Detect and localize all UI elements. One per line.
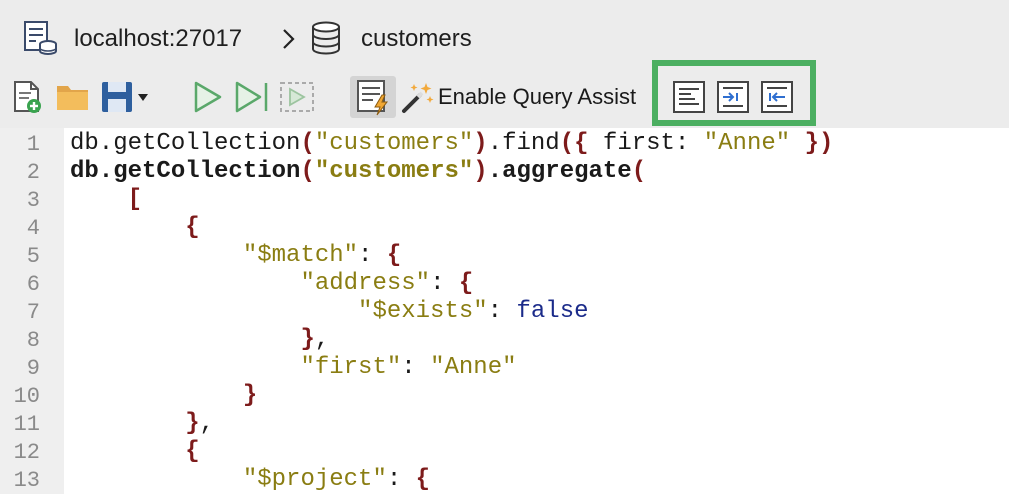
save-button[interactable] (100, 76, 152, 118)
format-button[interactable] (670, 76, 708, 118)
run-current-button[interactable] (232, 76, 272, 118)
enable-query-assist-label[interactable]: Enable Query Assist (438, 82, 636, 112)
code-line[interactable]: } (70, 382, 257, 409)
line-number: 2 (26, 160, 40, 185)
format-document-icon (673, 81, 705, 113)
chevron-right-icon (283, 29, 295, 49)
line-number: 7 (26, 300, 40, 325)
query-editor[interactable]: 1 db.getCollection("customers").find({ fi… (0, 128, 1009, 494)
run-icon (194, 81, 222, 113)
run-current-line-icon (235, 81, 268, 113)
new-file-icon (14, 81, 41, 113)
code-line[interactable]: }, (70, 410, 214, 437)
code-line[interactable]: { (70, 438, 199, 465)
code-line[interactable]: "$exists": false (70, 298, 588, 325)
line-number: 3 (26, 188, 40, 213)
line-number: 10 (13, 384, 40, 409)
collection-name[interactable]: customers (361, 23, 472, 55)
line-number: 11 (13, 412, 40, 437)
query-profiler-icon (357, 80, 389, 116)
code-line[interactable]: "first": "Anne" (70, 354, 516, 381)
code-line[interactable]: [ (70, 186, 142, 213)
new-query-button[interactable] (10, 76, 46, 118)
toolbar: Enable Query Assist (0, 70, 1009, 128)
save-icon (102, 82, 148, 112)
query-assist-button[interactable] (400, 76, 436, 118)
line-number: 4 (26, 216, 40, 241)
indent-icon (717, 81, 749, 113)
code-line[interactable]: "$project": { (70, 466, 430, 493)
line-number: 1 (26, 132, 40, 157)
query-profiler-button[interactable] (350, 76, 396, 118)
open-button[interactable] (55, 76, 91, 118)
code-line[interactable]: "address": { (70, 270, 473, 297)
line-number: 12 (13, 440, 40, 465)
connection-host[interactable]: localhost:27017 (74, 23, 242, 55)
open-folder-icon (57, 86, 88, 110)
code-line[interactable]: db.getCollection("customers").find({ fir… (70, 130, 833, 157)
line-number: 13 (13, 468, 40, 493)
indent-button[interactable] (714, 76, 752, 118)
magic-wand-icon (402, 83, 434, 113)
line-number: 8 (26, 328, 40, 353)
database-icon (312, 21, 340, 55)
outdent-button[interactable] (758, 76, 796, 118)
code-line[interactable]: { (70, 214, 199, 241)
line-number: 9 (26, 356, 40, 381)
server-icon (24, 21, 57, 55)
run-selection-icon (280, 82, 314, 112)
breadcrumb: localhost:27017 customers (0, 0, 1009, 70)
outdent-icon (761, 81, 793, 113)
code-line[interactable]: }, (70, 326, 329, 353)
run-selection-button[interactable] (278, 76, 316, 118)
run-button[interactable] (190, 76, 224, 118)
line-number: 5 (26, 244, 40, 269)
code-line[interactable]: "$match": { (70, 242, 401, 269)
line-number: 6 (26, 272, 40, 297)
code-line[interactable]: db.getCollection("customers").aggregate( (70, 158, 646, 185)
